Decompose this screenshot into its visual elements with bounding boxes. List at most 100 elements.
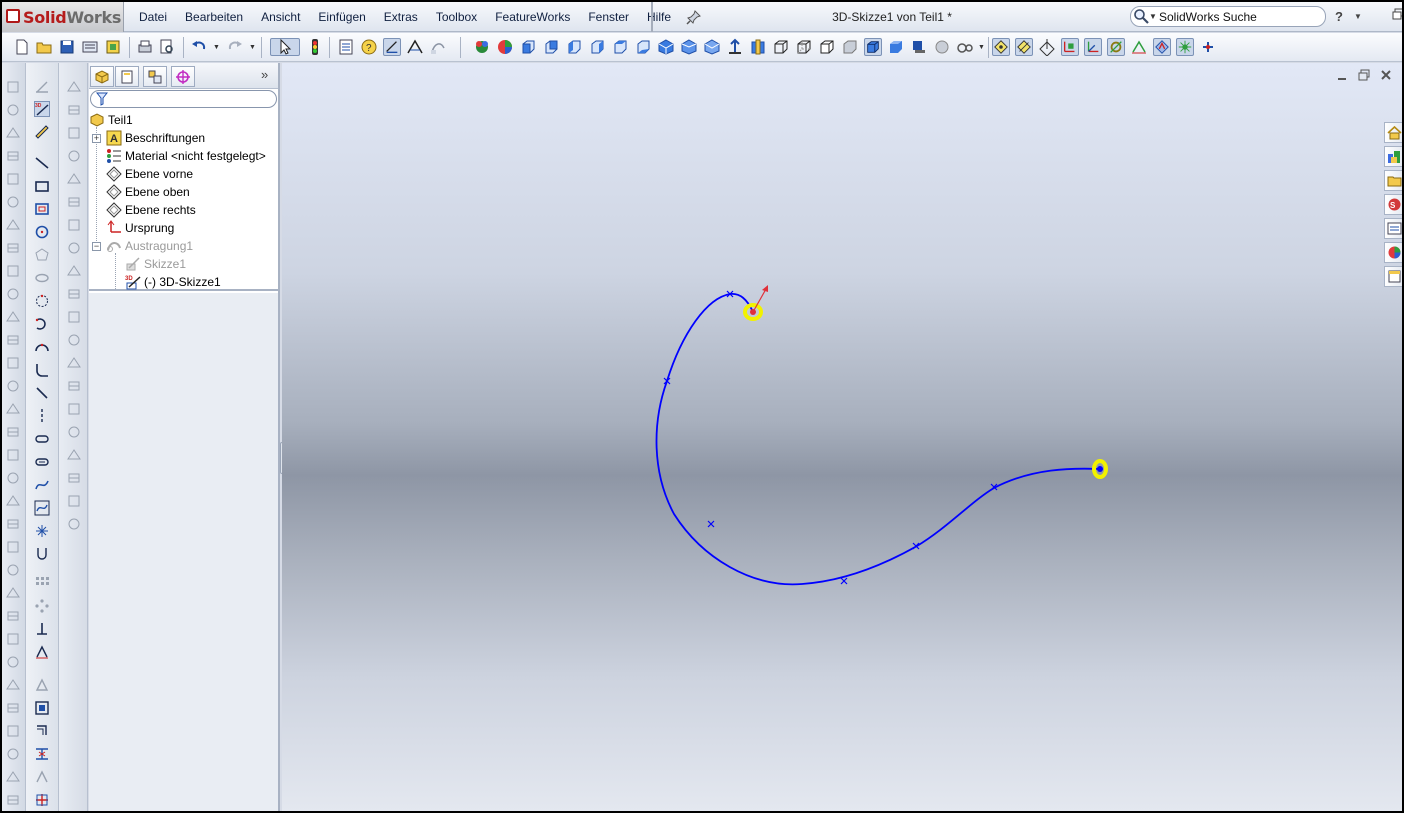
- smart-dimension-icon[interactable]: [406, 38, 424, 56]
- shadows-icon[interactable]: [909, 38, 927, 56]
- appearance-sphere-icon[interactable]: [496, 38, 514, 56]
- menu-fenster[interactable]: Fenster: [579, 10, 638, 24]
- feature-tool-icon[interactable]: [5, 102, 21, 118]
- view-origins-icon[interactable]: [1061, 38, 1079, 56]
- reference-tool-icon[interactable]: [66, 125, 82, 141]
- spline-point[interactable]: [707, 520, 715, 528]
- straight-slot-icon[interactable]: [34, 454, 50, 470]
- menu-datei[interactable]: Datei: [130, 10, 176, 24]
- feature-tool-icon[interactable]: [5, 355, 21, 371]
- print-icon[interactable]: [136, 38, 154, 56]
- trim-entities-icon[interactable]: [34, 746, 50, 762]
- menu-hilfe[interactable]: Hilfe: [638, 10, 680, 24]
- normal-to-icon[interactable]: [726, 38, 744, 56]
- feature-tool-icon[interactable]: [5, 792, 21, 808]
- spline-on-surface-icon[interactable]: [34, 500, 50, 516]
- 3d-sketch-spline[interactable]: [282, 63, 1402, 813]
- spline-tool-icon[interactable]: [34, 477, 50, 493]
- feature-tool-icon[interactable]: [5, 470, 21, 486]
- ellipse-tool-icon[interactable]: [34, 270, 50, 286]
- feature-tool-icon[interactable]: [5, 677, 21, 693]
- feature-tool-icon[interactable]: [5, 125, 21, 141]
- polygon-tool-icon[interactable]: [34, 247, 50, 263]
- view-curves-icon[interactable]: [1107, 38, 1125, 56]
- feature-tree-filter[interactable]: [90, 90, 277, 108]
- reference-tool-icon[interactable]: [66, 263, 82, 279]
- reference-tool-icon[interactable]: [66, 79, 82, 95]
- feature-tool-icon[interactable]: [5, 171, 21, 187]
- tree-item-origin[interactable]: Ursprung: [106, 219, 174, 237]
- view-points-icon[interactable]: [1176, 38, 1194, 56]
- reference-tool-icon[interactable]: [66, 424, 82, 440]
- feature-tool-icon[interactable]: [5, 746, 21, 762]
- undo-icon[interactable]: [190, 38, 208, 56]
- reference-tool-icon[interactable]: [66, 332, 82, 348]
- view-planes-icon[interactable]: [992, 38, 1010, 56]
- wireframe-icon[interactable]: [772, 38, 790, 56]
- reference-tool-icon[interactable]: [66, 217, 82, 233]
- feature-tool-icon[interactable]: [5, 194, 21, 210]
- feature-tool-icon[interactable]: [5, 493, 21, 509]
- smart-dimension-icon[interactable]: [34, 124, 50, 140]
- tree-item-material[interactable]: Material <nicht festgelegt>: [106, 147, 266, 165]
- reference-tool-icon[interactable]: [66, 309, 82, 325]
- feature-tool-icon[interactable]: [5, 654, 21, 670]
- view-right-icon[interactable]: [588, 38, 606, 56]
- realview-icon[interactable]: [933, 38, 951, 56]
- circle-tool-icon[interactable]: [34, 224, 50, 240]
- 3d-sketch-toolbar-icon[interactable]: [429, 38, 447, 56]
- rebuild-icon[interactable]: [306, 38, 324, 56]
- reference-tool-icon[interactable]: [66, 516, 82, 532]
- view-axes-icon[interactable]: [1015, 38, 1033, 56]
- view-front-icon[interactable]: [519, 38, 537, 56]
- shaded-with-edges-icon[interactable]: [864, 38, 882, 56]
- view-palette-tab[interactable]: [1384, 218, 1402, 239]
- feature-tool-icon[interactable]: [5, 263, 21, 279]
- feature-tool-icon[interactable]: [5, 539, 21, 555]
- tree-item-3d-sketch[interactable]: 3D (-) 3D-Skizze1: [125, 273, 221, 291]
- view-sketch-relations-icon[interactable]: [1153, 38, 1171, 56]
- tree-item-plane-right[interactable]: Ebene rechts: [106, 201, 196, 219]
- feature-tool-icon[interactable]: [5, 447, 21, 463]
- reference-tool-icon[interactable]: [66, 447, 82, 463]
- solidworks-resources-tab[interactable]: [1384, 122, 1402, 143]
- move-entities-icon[interactable]: [34, 792, 50, 808]
- print-layout-icon[interactable]: [81, 38, 99, 56]
- parallelogram-tool-icon[interactable]: [34, 201, 50, 217]
- reference-tool-icon[interactable]: [66, 194, 82, 210]
- feature-tool-icon[interactable]: [5, 516, 21, 532]
- expand-panel-icon[interactable]: »: [261, 67, 268, 82]
- offset-entities-icon[interactable]: [34, 723, 50, 739]
- search-results-tab[interactable]: S: [1384, 194, 1402, 215]
- display-states-icon[interactable]: [473, 38, 491, 56]
- open-folder-icon[interactable]: [35, 38, 53, 56]
- mirror-entities-icon[interactable]: [34, 769, 50, 785]
- reference-tool-icon[interactable]: [66, 286, 82, 302]
- featuremanager-tab[interactable]: [90, 66, 114, 87]
- feature-tool-icon[interactable]: [5, 286, 21, 302]
- view-bottom-icon[interactable]: [634, 38, 652, 56]
- view-routing-points-icon[interactable]: [1199, 38, 1217, 56]
- sketch-mode-icon[interactable]: [34, 79, 50, 95]
- sketch-fillet-icon[interactable]: [34, 362, 50, 378]
- menu-ansicht[interactable]: Ansicht: [252, 10, 309, 24]
- search-field[interactable]: ▼ SolidWorks Suche: [1130, 6, 1326, 27]
- reference-tool-icon[interactable]: [66, 240, 82, 256]
- menu-featureworks[interactable]: FeatureWorks: [486, 10, 579, 24]
- feature-tool-icon[interactable]: [5, 723, 21, 739]
- reference-tool-icon[interactable]: [66, 148, 82, 164]
- linear-pattern-icon[interactable]: [34, 575, 50, 591]
- hidden-lines-visible-icon[interactable]: [795, 38, 813, 56]
- feature-tool-icon[interactable]: [5, 332, 21, 348]
- undo-dropdown-icon[interactable]: ▼: [213, 44, 220, 51]
- appearances-tab[interactable]: [1384, 242, 1402, 263]
- feature-tool-icon[interactable]: [5, 378, 21, 394]
- reference-tool-icon[interactable]: [66, 171, 82, 187]
- view-isometric-icon[interactable]: [657, 38, 675, 56]
- view-temporary-axes-icon[interactable]: [1038, 38, 1056, 56]
- menu-bearbeiten[interactable]: Bearbeiten: [176, 10, 252, 24]
- feature-tool-icon[interactable]: [5, 608, 21, 624]
- slot-tool-icon[interactable]: [34, 431, 50, 447]
- circular-pattern-icon[interactable]: [34, 598, 50, 614]
- view-trimetric-icon[interactable]: [680, 38, 698, 56]
